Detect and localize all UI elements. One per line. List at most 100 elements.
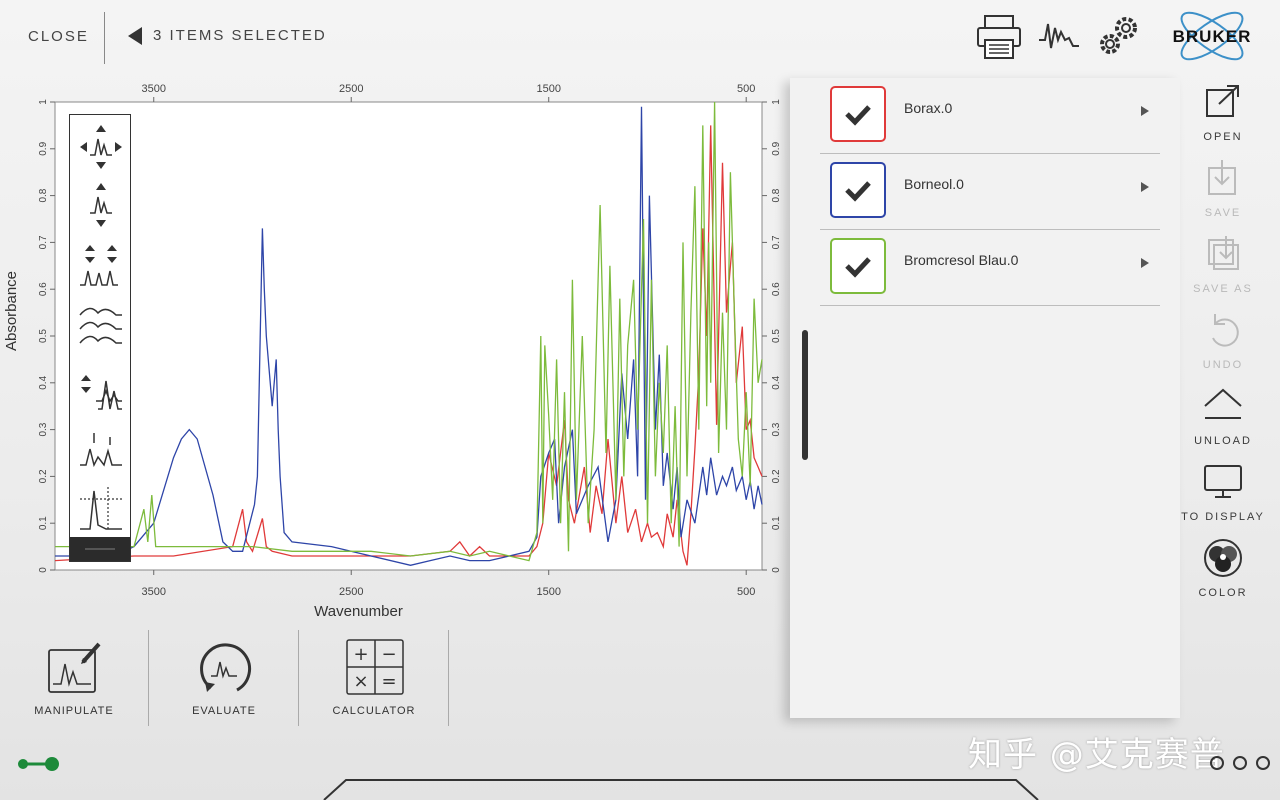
calculator-button[interactable]: + − × = CALCULATOR	[314, 638, 434, 717]
tool-divider	[448, 630, 449, 726]
x-axis-label: Wavenumber	[314, 603, 403, 620]
x-tick-label-top: 3500	[142, 83, 166, 95]
vertical-shift-icon[interactable]	[76, 181, 126, 229]
close-button[interactable]: CLOSE	[28, 28, 89, 45]
undo-label: UNDO	[1202, 359, 1244, 371]
unload-label: UNLOAD	[1194, 435, 1252, 447]
y-tick-label-right: 0.7	[771, 235, 782, 249]
color-label: COLOR	[1198, 587, 1248, 599]
y-axis-label: Absorbance	[3, 271, 20, 351]
color-button[interactable]: COLOR	[1180, 538, 1266, 599]
move-spectrum-icon[interactable]	[76, 123, 126, 171]
y-tick-label-right: 0.8	[771, 188, 782, 202]
print-icon[interactable]	[976, 14, 1022, 60]
top-divider	[104, 12, 105, 64]
spectrum-checkbox[interactable]	[830, 86, 886, 142]
scale-spectra-icon[interactable]	[76, 243, 126, 291]
svg-text:+: +	[353, 644, 368, 665]
monitor-icon	[1204, 465, 1242, 498]
expand-arrow-icon[interactable]	[1141, 258, 1149, 268]
checkmark-icon	[845, 181, 871, 202]
bruker-logo: BRUKER	[1173, 11, 1252, 61]
y-tick-label-right: 0.6	[771, 282, 782, 296]
x-tick-label-bottom: 2500	[339, 586, 363, 598]
y-tick-label-left: 0.7	[38, 235, 49, 249]
undo-button[interactable]: UNDO	[1180, 310, 1266, 371]
watermark-text: 知乎 @艾克赛普	[968, 735, 1225, 775]
color-circles-icon	[1204, 539, 1242, 577]
spectrum-list-item[interactable]: Borneol.0	[820, 154, 1160, 230]
page-dot[interactable]	[1256, 756, 1270, 770]
checkmark-icon	[845, 105, 871, 126]
calculator-label: CALCULATOR	[332, 705, 416, 717]
x-tick-label-top: 1500	[536, 83, 560, 95]
page-dot[interactable]	[1233, 756, 1247, 770]
spectrum-icon[interactable]	[1037, 18, 1081, 54]
x-tick-label-bottom: 1500	[536, 586, 560, 598]
y-tick-label-right: 0.2	[771, 469, 782, 483]
y-tick-label-right: 0	[771, 567, 782, 573]
to-display-button[interactable]: TO DISPLAY	[1180, 462, 1266, 523]
to-display-label: TO DISPLAY	[1181, 511, 1265, 523]
connection-status-icon	[18, 757, 59, 771]
y-tick-label-right: 0.4	[771, 375, 782, 389]
evaluate-icon	[200, 643, 251, 692]
svg-text:=: =	[381, 671, 396, 692]
spectrum-checkbox[interactable]	[830, 238, 886, 294]
bottom-frame-decoration	[323, 779, 1039, 800]
crosshair-cursor-icon[interactable]	[76, 485, 126, 535]
stack-spectra-icon[interactable]	[76, 301, 126, 351]
spectrum-list-item[interactable]: Borax.0	[820, 78, 1160, 154]
x-tick-label-bottom: 500	[737, 586, 755, 598]
unload-button[interactable]: UNLOAD	[1180, 386, 1266, 447]
manipulate-button[interactable]: MANIPULATE	[14, 638, 134, 717]
save-button[interactable]: SAVE	[1180, 158, 1266, 219]
undo-icon	[1212, 314, 1239, 347]
expand-arrow-icon[interactable]	[1141, 106, 1149, 116]
save-icon	[1208, 160, 1236, 195]
y-tick-label-right: 0.1	[771, 516, 782, 530]
save-label: SAVE	[1204, 207, 1242, 219]
page-dot[interactable]	[1210, 756, 1224, 770]
y-tick-label-left: 0.1	[38, 516, 49, 530]
y-tick-label-left: 0.8	[38, 188, 49, 202]
tool-divider	[148, 630, 149, 726]
checkmark-icon	[845, 257, 871, 278]
save-as-button[interactable]: SAVE AS	[1180, 234, 1266, 295]
settings-gear-icon[interactable]	[1096, 14, 1140, 58]
svg-text:−: −	[381, 644, 396, 665]
overlay-spectra-icon[interactable]	[76, 371, 126, 419]
y-tick-label-left: 0.5	[38, 329, 49, 343]
expand-arrow-icon[interactable]	[1141, 182, 1149, 192]
brand-text: BRUKER	[1173, 27, 1252, 46]
unload-icon	[1204, 388, 1242, 419]
y-tick-label-right: 0.3	[771, 422, 782, 436]
y-tick-label-left: 0.2	[38, 469, 49, 483]
tool-divider	[298, 630, 299, 726]
y-tick-label-left: 1	[38, 99, 49, 105]
panel-scrollbar[interactable]	[802, 330, 808, 460]
chart-tool-panel	[69, 114, 131, 562]
spectrum-name: Borneol.0	[904, 176, 964, 192]
calculator-icon: + −× =	[346, 639, 404, 695]
x-tick-label-top: 2500	[339, 83, 363, 95]
manipulate-icon	[48, 642, 101, 693]
open-button[interactable]: OPEN	[1180, 82, 1266, 143]
open-label: OPEN	[1203, 131, 1243, 143]
svg-text:×: ×	[353, 671, 368, 692]
spectrum-list-item[interactable]: Bromcresol Blau.0	[820, 230, 1160, 306]
selection-count-label: 3 ITEMS SELECTED	[153, 27, 327, 44]
spectrum-checkbox[interactable]	[830, 162, 886, 218]
x-tick-label-bottom: 3500	[142, 586, 166, 598]
evaluate-button[interactable]: EVALUATE	[164, 638, 284, 717]
y-tick-label-left: 0.4	[38, 375, 49, 389]
y-tick-label-right: 0.5	[771, 329, 782, 343]
save-as-icon	[1208, 236, 1239, 270]
back-arrow-icon[interactable]	[128, 27, 142, 45]
manipulate-label: MANIPULATE	[34, 705, 114, 717]
top-bar: CLOSE 3 ITEMS SELECTED BRUKER	[0, 0, 1280, 72]
tool-panel-handle[interactable]	[70, 537, 130, 561]
y-tick-label-left: 0.9	[38, 141, 49, 155]
peak-pick-icon[interactable]	[76, 427, 126, 475]
save-as-label: SAVE AS	[1193, 283, 1253, 295]
